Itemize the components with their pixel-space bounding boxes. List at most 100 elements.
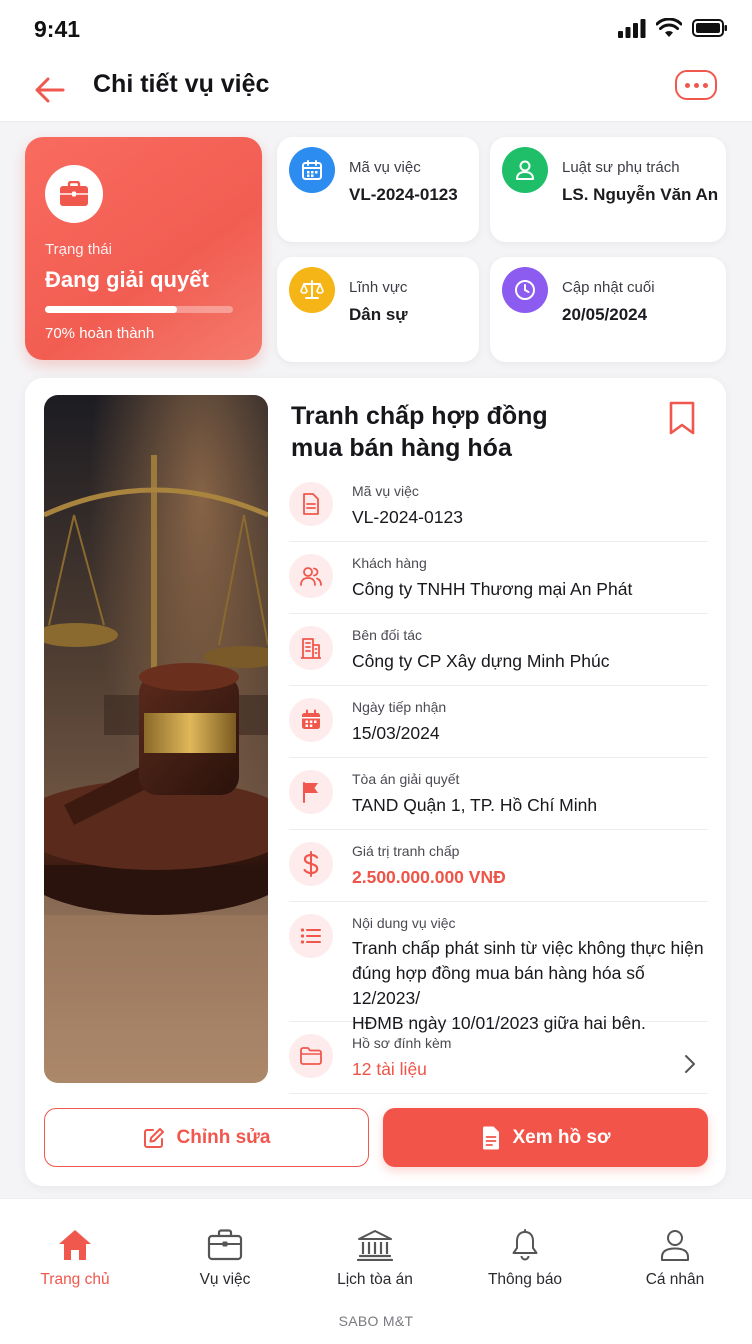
- status-time: 9:41: [34, 16, 81, 42]
- chevron-right-icon: [685, 1055, 695, 1073]
- person-icon: [516, 160, 534, 180]
- courthouse-icon: [357, 1230, 393, 1261]
- wifi-icon: [656, 18, 682, 37]
- row-value: Công ty CP Xây dựng Minh Phúc: [352, 651, 610, 671]
- detail-row-attachments[interactable]: Hồ sơ đính kèm 12 tài liệu: [289, 1032, 708, 1094]
- back-button[interactable]: [30, 70, 70, 110]
- row-icon-circle: [289, 914, 333, 958]
- row-icon-circle: [289, 698, 333, 742]
- case-image: [44, 395, 268, 1083]
- status-icon-circle: [45, 165, 103, 223]
- progress-bar: [45, 306, 233, 313]
- user-icon: [661, 1230, 689, 1261]
- home-icon: [59, 1230, 91, 1260]
- gavel-scale-illustration: [44, 395, 268, 1083]
- row-value: VL-2024-0123: [352, 507, 463, 527]
- tile-value: VL-2024-0123: [349, 185, 458, 204]
- briefcase-icon: [60, 181, 88, 206]
- tile-label: Mã vụ việc: [349, 159, 421, 176]
- edit-button-label: Chỉnh sửa: [176, 1126, 271, 1148]
- row-icon-circle: [289, 554, 333, 598]
- content-line: đúng hợp đồng mua bán hàng hóa số 12/202…: [352, 963, 645, 1008]
- detail-row-dispute-value: Giá trị tranh chấp 2.500.000.000 VNĐ: [289, 840, 708, 902]
- row-label: Mã vụ việc: [352, 483, 419, 499]
- tab-profile[interactable]: Cá nhân: [600, 1229, 750, 1289]
- bell-icon: [512, 1229, 538, 1261]
- edit-icon: [143, 1127, 164, 1148]
- list-icon: [300, 928, 321, 944]
- tab-label: Vụ việc: [199, 1271, 251, 1288]
- row-value: 12 tài liệu: [352, 1059, 427, 1079]
- tile-value: LS. Nguyễn Văn An: [562, 185, 719, 204]
- row-label: Bên đối tác: [352, 627, 423, 643]
- row-label: Giá trị tranh chấp: [352, 843, 460, 859]
- tile-label: Lĩnh vực: [349, 279, 408, 296]
- case-title-line: mua bán hàng hóa: [291, 434, 512, 462]
- flag-icon: [303, 782, 318, 803]
- building-icon: [301, 638, 321, 659]
- tab-notifications[interactable]: Thông báo: [450, 1229, 600, 1289]
- row-icon-circle: [289, 770, 333, 814]
- tab-label: Thông báo: [487, 1271, 563, 1288]
- dot-icon: [693, 82, 699, 88]
- bookmark-button[interactable]: [667, 401, 701, 439]
- status-bar: 9:41: [0, 0, 752, 58]
- tab-label: Lịch tòa án: [337, 1271, 413, 1288]
- row-value: Tranh chấp phát sinh từ việc không thực …: [352, 936, 712, 1036]
- case-title-line: Tranh chấp hợp đồng: [291, 402, 548, 430]
- detail-row-content: Nội dung vụ việc Tranh chấp phát sinh từ…: [289, 912, 708, 1033]
- users-icon: [300, 567, 322, 586]
- tile-icon-circle: [502, 147, 548, 193]
- row-icon-circle: [289, 626, 333, 670]
- info-tile-lawyer: Luật sư phụ trách LS. Nguyễn Văn An: [490, 137, 726, 242]
- case-detail-card: Tranh chấp hợp đồng mua bán hàng hóa Mã …: [25, 378, 726, 1186]
- calendar-icon: [302, 709, 320, 729]
- info-tile-last-update: Cập nhật cuối 20/05/2024: [490, 257, 726, 362]
- folder-icon: [300, 1047, 322, 1065]
- row-value: Công ty TNHH Thương mại An Phát: [352, 579, 633, 599]
- content-line: Tranh chấp phát sinh từ việc không thực …: [352, 938, 704, 958]
- row-label: Ngày tiếp nhận: [352, 699, 447, 715]
- app-bar: Chi tiết vụ việc: [0, 58, 752, 122]
- scale-icon: [300, 280, 324, 299]
- row-icon-circle: [289, 482, 333, 526]
- tab-label: Cá nhân: [645, 1271, 705, 1288]
- row-icon-circle: [289, 842, 333, 886]
- view-file-button[interactable]: Xem hồ sơ: [383, 1108, 708, 1167]
- status-label: Trạng thái: [45, 241, 112, 258]
- arrow-left-icon: [35, 77, 65, 103]
- dot-icon: [702, 82, 708, 88]
- progress-fill: [45, 306, 177, 313]
- status-card: Trạng thái Đang giải quyết 70% hoàn thàn…: [25, 137, 262, 360]
- tab-cases[interactable]: Vụ việc: [150, 1229, 300, 1289]
- info-tile-field: Lĩnh vực Dân sự: [277, 257, 479, 362]
- system-indicators: [618, 18, 728, 38]
- tab-home[interactable]: Trang chủ: [0, 1229, 150, 1289]
- dot-icon: [684, 82, 690, 88]
- tile-icon-circle: [502, 267, 548, 313]
- tile-label: Luật sư phụ trách: [562, 159, 680, 176]
- file-icon: [482, 1126, 499, 1149]
- row-value: 2.500.000.000 VNĐ: [352, 867, 506, 887]
- tile-value: Dân sự: [349, 305, 408, 324]
- bottom-tab-bar: Trang chủ Vụ việc Lịch tòa án Thông báo: [0, 1198, 752, 1344]
- more-options-button[interactable]: [675, 70, 717, 100]
- edit-button[interactable]: Chỉnh sửa: [44, 1108, 369, 1167]
- tile-icon-circle: [289, 267, 335, 313]
- dollar-icon: [303, 851, 319, 877]
- tab-court-schedule[interactable]: Lịch tòa án: [300, 1229, 450, 1289]
- row-value: TAND Quận 1, TP. Hồ Chí Minh: [352, 795, 598, 815]
- page-title: Chi tiết vụ việc: [93, 70, 270, 98]
- tab-label: Trang chủ: [40, 1271, 110, 1288]
- row-label: Tòa án giải quyết: [352, 771, 460, 787]
- tile-icon-circle: [289, 147, 335, 193]
- calendar-icon: [302, 160, 322, 180]
- row-value: 15/03/2024: [352, 723, 440, 743]
- briefcase-icon: [207, 1229, 243, 1261]
- signal-icon: [618, 19, 646, 38]
- row-icon-circle: [289, 1034, 333, 1078]
- clock-icon: [515, 280, 535, 300]
- detail-row-court: Tòa án giải quyết TAND Quận 1, TP. Hồ Ch…: [289, 768, 708, 830]
- tile-value: 20/05/2024: [562, 305, 648, 324]
- row-label: Nội dung vụ việc: [352, 915, 456, 931]
